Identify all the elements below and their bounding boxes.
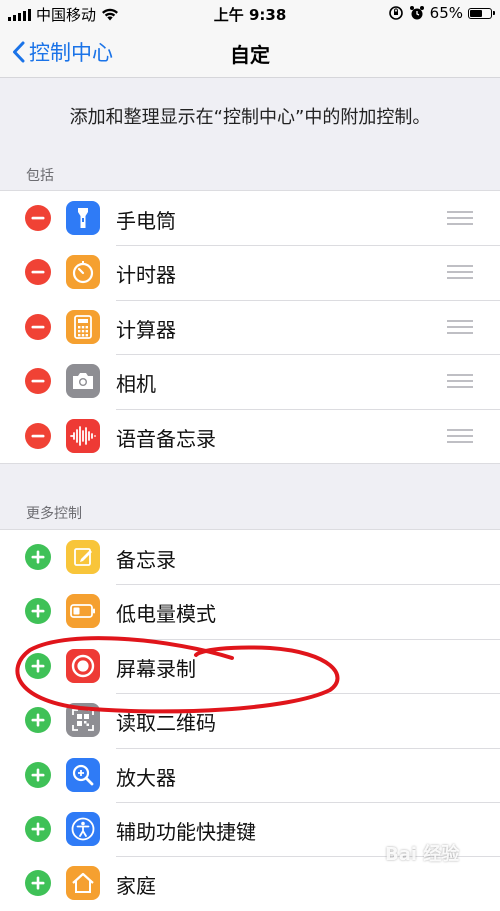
plus-icon [31,659,45,673]
minus-icon [31,325,45,329]
back-button-label: 控制中心 [29,41,113,65]
control-label: 低电量模式 [116,602,216,627]
add-button[interactable] [25,815,51,842]
description-text: 添加和整理显示在“控制中心”中的附加控制。 [69,107,431,128]
plus-icon [31,550,45,564]
orientation-lock-icon [388,6,403,20]
included-row-voice-memo: 语音备忘录 [0,408,500,463]
reorder-handle-icon[interactable] [447,428,473,443]
plus-icon [31,713,45,727]
plus-icon [31,604,45,618]
included-row-flashlight: 手电筒 [0,191,500,245]
reorder-handle-icon[interactable] [447,374,473,389]
add-button[interactable] [25,652,51,679]
navigation-bar: 控制中心 自定 [0,28,500,78]
reorder-handle-icon[interactable] [447,319,473,334]
alarm-icon [409,6,424,20]
control-label: 语音备忘录 [116,426,216,451]
low-power-icon [66,594,100,629]
section-header-more: 更多控制 [26,506,82,522]
control-label: 读取二维码 [116,711,216,736]
control-label: 计时器 [116,263,176,288]
control-label: 相机 [116,372,156,397]
screen-record-icon [66,648,100,683]
more-row-qr-reader: 读取二维码 [0,693,500,747]
home-icon [66,866,100,901]
add-button[interactable] [25,870,51,897]
included-row-calculator: 计算器 [0,299,500,354]
more-row-low-power: 低电量模式 [0,584,500,638]
magnifier-icon [66,757,100,792]
calculator-icon [66,309,100,344]
remove-button[interactable] [25,313,51,340]
status-right: 65% [388,4,495,22]
battery-icon [468,7,495,19]
control-label: 手电筒 [116,209,176,233]
included-row-timer: 计时器 [0,245,500,299]
minus-icon [31,434,45,437]
accessibility-icon [66,811,100,846]
watermark-logo: Bai 经验 [385,844,460,865]
remove-button[interactable] [25,368,51,395]
reorder-handle-icon[interactable] [447,211,473,225]
chevron-left-icon [13,41,25,63]
included-controls-list: 手电筒 计时器 计算器 相机 语音备忘录 [0,190,500,464]
control-label: 计算器 [116,317,176,342]
section-header-included: 包括 [26,168,54,184]
control-label: 放大器 [116,765,176,790]
notes-icon [66,540,100,574]
more-row-screen-record: 屏幕录制 [0,638,500,693]
control-label: 辅助功能快捷键 [116,819,256,844]
voice-memo-icon [66,418,100,453]
included-row-camera: 相机 [0,354,500,408]
control-label: 备忘录 [116,548,176,572]
remove-button[interactable] [25,259,51,286]
add-button[interactable] [25,598,51,625]
qr-code-icon [66,703,100,738]
remove-button[interactable] [25,422,51,449]
more-row-notes: 备忘录 [0,530,500,584]
control-label: 家庭 [116,874,156,899]
battery-percent: 65% [429,4,463,22]
plus-icon [31,768,45,782]
add-button[interactable] [25,707,51,734]
flashlight-icon [66,201,100,235]
add-button[interactable] [25,544,51,570]
timer-icon [66,255,100,290]
back-button[interactable]: 控制中心 [12,37,113,67]
status-bar: 中国移动 上午 9:38 65% [0,0,500,28]
add-button[interactable] [25,761,51,788]
minus-icon [31,271,45,274]
more-row-magnifier: 放大器 [0,747,500,802]
control-label: 屏幕录制 [116,656,196,681]
remove-button[interactable] [25,205,51,231]
camera-icon [66,364,100,399]
minus-icon [31,216,45,220]
battery-fill [470,9,483,17]
plus-icon [31,876,45,890]
minus-icon [31,379,45,383]
plus-icon [31,822,45,836]
reorder-handle-icon[interactable] [447,265,473,280]
